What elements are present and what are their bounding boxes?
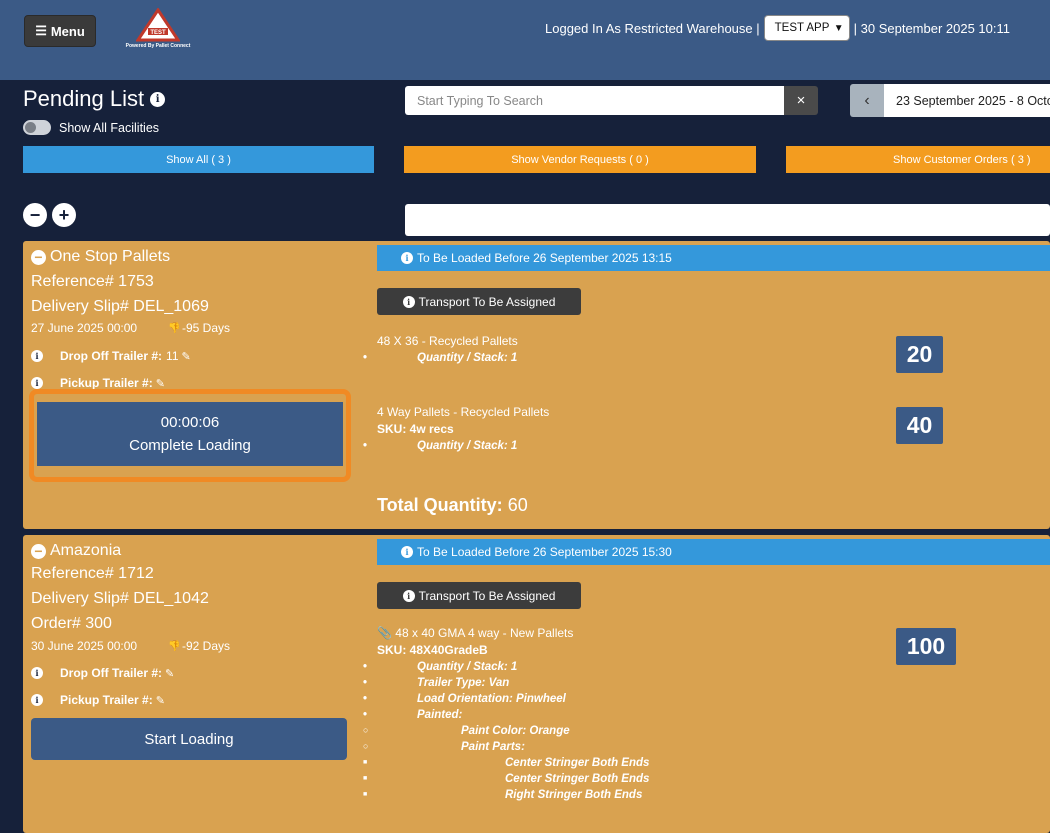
quantity-stack: Quantity / Stack: 1: [363, 440, 549, 452]
logged-in-text: Logged In As Restricted Warehouse |: [545, 20, 760, 36]
complete-loading-button[interactable]: 00:00:06 Complete Loading: [37, 402, 343, 466]
product-sku: SKU: 4w recs: [377, 422, 454, 436]
load-deadline-bar: i To Be Loaded Before 26 September 2025 …: [377, 539, 1050, 565]
collapse-icon[interactable]: −: [31, 249, 46, 265]
pallet-logo-icon: TEST: [136, 8, 180, 42]
complete-loading-label: Complete Loading: [129, 437, 251, 454]
product-quantity: 20: [896, 336, 943, 373]
header-datetime: | 30 September 2025 10:11: [853, 20, 1011, 36]
info-icon: i: [401, 546, 413, 558]
info-icon: i: [402, 589, 415, 602]
transport-status-button[interactable]: i Transport To Be Assigned: [377, 288, 581, 315]
svg-text:TEST: TEST: [150, 30, 166, 36]
show-vendor-requests-button[interactable]: Show Vendor Requests ( 0 ): [404, 146, 756, 173]
info-icon[interactable]: i: [31, 377, 43, 389]
load-orientation: Load Orientation: Pinwheel: [363, 693, 649, 705]
painted: Painted:: [363, 709, 649, 721]
reference-number: Reference# 1753: [31, 273, 154, 290]
order-card: − Amazonia Reference# 1712 Delivery Slip…: [23, 535, 1050, 833]
order-card: − One Stop Pallets Reference# 1753 Deliv…: [23, 241, 1050, 529]
top-bar: ☰ Menu TEST Powered By Pallet Connect Lo…: [0, 0, 1050, 80]
thumbs-down-icon: 👎: [168, 322, 181, 334]
minus-icon: −: [29, 204, 41, 225]
paperclip-icon[interactable]: 📎: [377, 626, 392, 640]
show-customer-orders-button[interactable]: Show Customer Orders ( 3 ): [786, 146, 1050, 173]
secondary-filter-input[interactable]: [405, 204, 1050, 236]
header-info: Logged In As Restricted Warehouse | TEST…: [545, 14, 1010, 42]
pickup-trailer: i Pickup Trailer #: ✎: [31, 693, 165, 707]
reference-number: Reference# 1712: [31, 565, 154, 582]
delivery-slip: Delivery Slip# DEL_1069: [31, 298, 209, 315]
product-quantity: 40: [896, 407, 943, 444]
collapse-all-button[interactable]: −: [23, 203, 47, 227]
expand-all-button[interactable]: +: [52, 203, 76, 227]
order-date: 30 June 2025 00:00: [31, 639, 138, 653]
order-number: Order# 300: [31, 615, 112, 632]
start-loading-button[interactable]: Start Loading: [31, 718, 347, 760]
pickup-trailer: i Pickup Trailer #: ✎: [31, 376, 165, 390]
show-all-facilities-label: Show All Facilities: [59, 120, 160, 135]
paint-color: Paint Color: Orange: [363, 725, 649, 737]
product-quantity: 100: [896, 628, 956, 665]
dropoff-trailer: i Drop Off Trailer #: 11 ✎: [31, 349, 191, 363]
paint-part: Center Stringer Both Ends: [363, 757, 649, 769]
logo: TEST Powered By Pallet Connect: [118, 8, 198, 58]
product-item: 📎 48 x 40 GMA 4 way - New Pallets SKU: 4…: [363, 626, 649, 801]
previous-date-button[interactable]: ‹: [850, 84, 884, 117]
page-title: Pending List i: [23, 86, 166, 112]
delivery-slip: Delivery Slip# DEL_1042: [31, 590, 209, 607]
show-all-button[interactable]: Show All ( 3 ): [23, 146, 374, 173]
menu-label: Menu: [50, 23, 85, 39]
date-range-input[interactable]: 23 September 2025 - 8 October 2025: [884, 84, 1050, 117]
chevron-down-icon: ▼: [833, 22, 844, 34]
product-item: 48 X 36 - Recycled Pallets Quantity / St…: [363, 334, 518, 364]
facility-name[interactable]: − Amazonia: [31, 542, 121, 560]
info-icon: i: [401, 252, 413, 264]
show-all-facilities: Show All Facilities: [23, 120, 159, 135]
show-all-facilities-toggle[interactable]: [23, 120, 51, 135]
hamburger-icon: ☰: [35, 23, 47, 38]
order-date: 27 June 2025 00:00: [31, 321, 138, 335]
days-overdue: 👎 -95 Days: [168, 321, 231, 335]
plus-icon: +: [58, 204, 70, 225]
collapse-icon[interactable]: −: [31, 543, 46, 559]
quantity-stack: Quantity / Stack: 1: [363, 352, 518, 364]
info-icon[interactable]: i: [31, 667, 43, 679]
total-quantity: Total Quantity: 60: [377, 495, 528, 515]
chevron-left-icon: ‹: [864, 91, 870, 109]
pencil-icon[interactable]: ✎: [156, 694, 165, 707]
app-select-value: TEST APP: [774, 22, 830, 34]
product-sku: SKU: 48X40GradeB: [377, 643, 488, 657]
paint-parts: Paint Parts:: [363, 741, 649, 753]
dropoff-trailer: i Drop Off Trailer #: ✎: [31, 666, 174, 680]
pencil-icon[interactable]: ✎: [156, 377, 165, 390]
info-icon[interactable]: i: [31, 350, 43, 362]
product-title: 4 Way Pallets - Recycled Pallets: [377, 405, 550, 419]
load-deadline-bar: i To Be Loaded Before 26 September 2025 …: [377, 245, 1050, 271]
info-icon[interactable]: i: [150, 91, 166, 107]
quantity-stack: Quantity / Stack: 1: [363, 661, 649, 673]
days-overdue: 👎 -92 Days: [168, 639, 231, 653]
app-select[interactable]: TEST APP ▼: [763, 15, 850, 41]
product-title: 📎 48 x 40 GMA 4 way - New Pallets: [377, 626, 574, 640]
loading-timer: 00:00:06: [160, 414, 220, 431]
paint-part: Center Stringer Both Ends: [363, 773, 649, 785]
trailer-type: Trailer Type: Van: [363, 677, 649, 689]
product-item: 4 Way Pallets - Recycled Pallets SKU: 4w…: [363, 405, 550, 452]
info-icon: i: [402, 295, 415, 308]
menu-button[interactable]: ☰ Menu: [24, 15, 96, 47]
clear-search-button[interactable]: ×: [784, 86, 818, 115]
pencil-icon[interactable]: ✎: [165, 667, 174, 680]
facility-name[interactable]: − One Stop Pallets: [31, 248, 170, 266]
pencil-icon[interactable]: ✎: [182, 350, 191, 363]
thumbs-down-icon: 👎: [168, 640, 181, 652]
close-icon: ×: [796, 92, 806, 109]
product-title: 48 X 36 - Recycled Pallets: [377, 334, 518, 348]
search-input[interactable]: Start Typing To Search: [405, 86, 784, 115]
paint-part: Right Stringer Both Ends: [363, 789, 649, 801]
info-icon[interactable]: i: [31, 694, 43, 706]
transport-status-button[interactable]: i Transport To Be Assigned: [377, 582, 581, 609]
logo-tagline: Powered By Pallet Connect: [125, 43, 191, 49]
